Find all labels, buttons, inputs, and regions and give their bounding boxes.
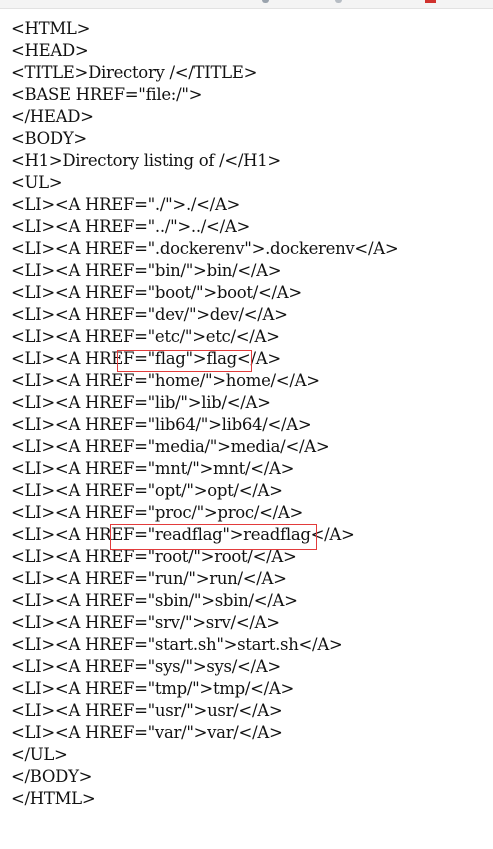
source-line: <LI><A HREF="run/">run/</A> [11,569,287,588]
source-line: <HEAD> [11,41,89,60]
browser-toolbar-strip [0,0,493,9]
source-line: <LI><A HREF="opt/">opt/</A> [11,481,283,500]
source-line: <LI><A HREF="srv/">srv/</A> [11,613,280,632]
source-line: <LI><A HREF="tmp/">tmp/</A> [11,679,295,698]
source-line: <LI><A HREF="usr/">usr/</A> [11,701,283,720]
source-line: <LI><A HREF="./">./</A> [11,195,241,214]
source-line: </HTML> [11,789,96,808]
source-line: <LI><A HREF="media/">media/</A> [11,437,330,456]
source-line: <TITLE>Directory /</TITLE> [11,63,258,82]
source-line-flag: <LI><A HREF="flag">flag</A> [11,349,281,368]
toolbar-icon[interactable] [335,0,342,3]
source-line: <LI><A HREF="dev/">dev/</A> [11,305,288,324]
source-line: <LI><A HREF="start.sh">start.sh</A> [11,635,343,654]
source-line: <LI><A HREF=".dockerenv">.dockerenv</A> [11,239,399,258]
source-line: <LI><A HREF="lib/">lib/</A> [11,393,271,412]
source-line: <HTML> [11,19,91,38]
source-line: <LI><A HREF="proc/">proc/</A> [11,503,304,522]
source-line: <LI><A HREF="boot/">boot/</A> [11,283,302,302]
source-line-readflag: <LI><A HREF="readflag">readflag</A> [11,525,355,544]
source-line: <LI><A HREF="lib64/">lib64/</A> [11,415,312,434]
source-line: </BODY> [11,767,93,786]
source-line: <LI><A HREF="root/">root/</A> [11,547,297,566]
source-line: <UL> [11,173,63,192]
source-line: <LI><A HREF="var/">var/</A> [11,723,283,742]
source-line: <LI><A HREF="../">../</A> [11,217,250,236]
source-line: <BASE HREF="file:/"> [11,85,203,104]
source-line: <LI><A HREF="sys/">sys/</A> [11,657,281,676]
close-icon[interactable] [425,0,436,3]
source-line: <BODY> [11,129,87,148]
source-line: <LI><A HREF="etc/">etc/</A> [11,327,280,346]
source-line: </HEAD> [11,107,94,126]
source-line: </UL> [11,745,68,764]
source-line: <LI><A HREF="sbin/">sbin/</A> [11,591,298,610]
source-line: <LI><A HREF="bin/">bin/</A> [11,261,282,280]
source-line: <LI><A HREF="mnt/">mnt/</A> [11,459,295,478]
page-source-view: <HTML> <HEAD> <TITLE>Directory /</TITLE>… [11,18,399,810]
source-line: <LI><A HREF="home/">home/</A> [11,371,320,390]
toolbar-icon[interactable] [262,0,269,3]
source-line: <H1>Directory listing of /</H1> [11,151,281,170]
